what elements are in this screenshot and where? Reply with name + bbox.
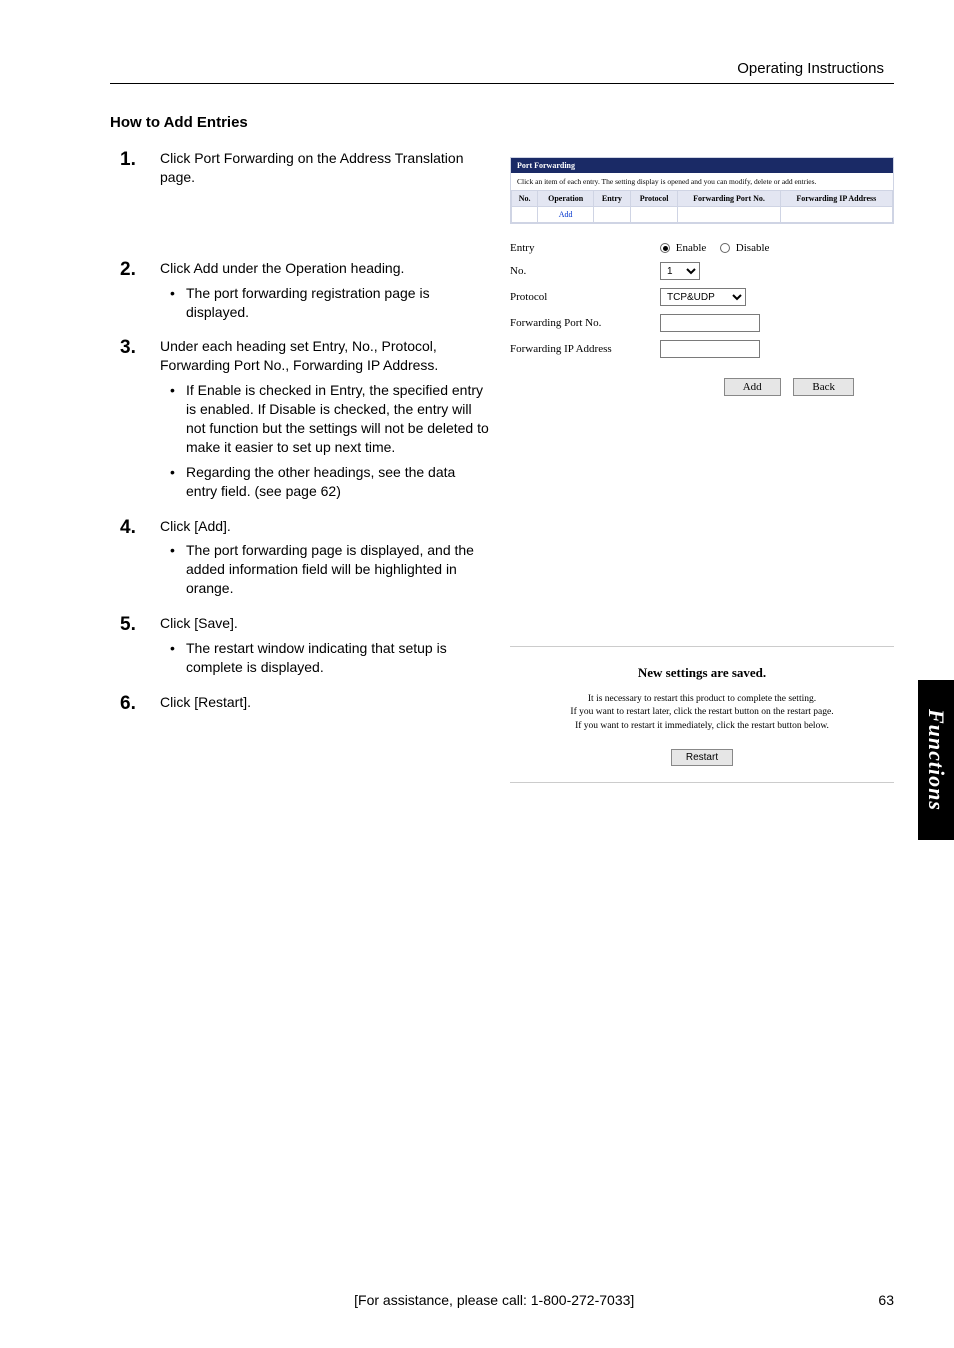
step-5: Click [Save]. The restart window indicat… xyxy=(110,614,490,677)
label-no: No. xyxy=(510,265,660,277)
back-button[interactable]: Back xyxy=(793,378,854,396)
th-protocol: Protocol xyxy=(630,191,678,207)
fig1-table: No. Operation Entry Protocol Forwarding … xyxy=(511,190,893,223)
label-protocol: Protocol xyxy=(510,291,660,303)
label-forwarding-ip: Forwarding IP Address xyxy=(510,343,660,355)
step-lead: Under each heading set Entry, No., Proto… xyxy=(160,337,490,375)
step-lead: Click [Add]. xyxy=(160,517,490,536)
radio-enable[interactable] xyxy=(660,243,670,253)
th-no: No. xyxy=(512,191,538,207)
step-bullet: The port forwarding page is displayed, a… xyxy=(160,541,490,598)
select-protocol[interactable]: TCP&UDP xyxy=(660,288,746,306)
label-forwarding-port: Forwarding Port No. xyxy=(510,317,660,329)
th-fport: Forwarding Port No. xyxy=(678,191,780,207)
footer-assist: [For assistance, please call: 1-800-272-… xyxy=(354,1292,634,1308)
input-forwarding-ip[interactable] xyxy=(660,340,760,358)
step-1: Click Port Forwarding on the Address Tra… xyxy=(110,149,490,187)
fig1-desc: Click an item of each entry. The setting… xyxy=(511,173,893,190)
step-4: Click [Add]. The port forwarding page is… xyxy=(110,517,490,599)
fig-port-forwarding-table: Port Forwarding Click an item of each en… xyxy=(510,157,894,224)
step-lead: Click Add under the Operation heading. xyxy=(160,259,490,278)
radio-disable[interactable] xyxy=(720,243,730,253)
step-lead: Click [Restart]. xyxy=(160,693,490,712)
input-forwarding-port[interactable] xyxy=(660,314,760,332)
page-header-section: Operating Instructions xyxy=(110,60,894,77)
side-tab-label: Functions xyxy=(923,709,949,811)
steps-column: Click Port Forwarding on the Address Tra… xyxy=(110,149,490,783)
add-button[interactable]: Add xyxy=(724,378,781,396)
step-2: Click Add under the Operation heading. T… xyxy=(110,259,490,322)
radio-disable-label: Disable xyxy=(736,242,770,254)
step-6: Click [Restart]. xyxy=(110,693,490,712)
step-bullet: The port forwarding registration page is… xyxy=(160,284,490,322)
fig1-title: Port Forwarding xyxy=(511,158,893,173)
radio-enable-label: Enable xyxy=(676,242,707,254)
fig3-heading: New settings are saved. xyxy=(520,665,884,681)
side-tab-functions: Functions xyxy=(918,680,954,840)
label-entry: Entry xyxy=(510,242,660,254)
step-bullet: If Enable is checked in Entry, the speci… xyxy=(160,381,490,457)
fig-saved-settings: New settings are saved. It is necessary … xyxy=(510,646,894,783)
step-bullet: Regarding the other headings, see the da… xyxy=(160,463,490,501)
th-fip: Forwarding IP Address xyxy=(780,191,892,207)
figures-column: Port Forwarding Click an item of each en… xyxy=(510,149,894,783)
step-lead: Click Port Forwarding on the Address Tra… xyxy=(160,149,490,187)
step-lead: Click [Save]. xyxy=(160,614,490,633)
header-rule xyxy=(110,83,894,84)
fig3-message: It is necessary to restart this product … xyxy=(520,693,884,733)
th-operation: Operation xyxy=(538,191,594,207)
restart-button[interactable]: Restart xyxy=(671,749,733,766)
fig1-add-link[interactable]: Add xyxy=(559,210,573,219)
footer-page-number: 63 xyxy=(878,1292,894,1308)
step-3: Under each heading set Entry, No., Proto… xyxy=(110,337,490,500)
th-entry: Entry xyxy=(594,191,631,207)
select-no[interactable]: 1 xyxy=(660,262,700,280)
step-bullet: The restart window indicating that setup… xyxy=(160,639,490,677)
section-title: How to Add Entries xyxy=(110,114,894,131)
fig-entry-form: Entry Enable Disable No. 1 Protocol xyxy=(510,242,894,396)
